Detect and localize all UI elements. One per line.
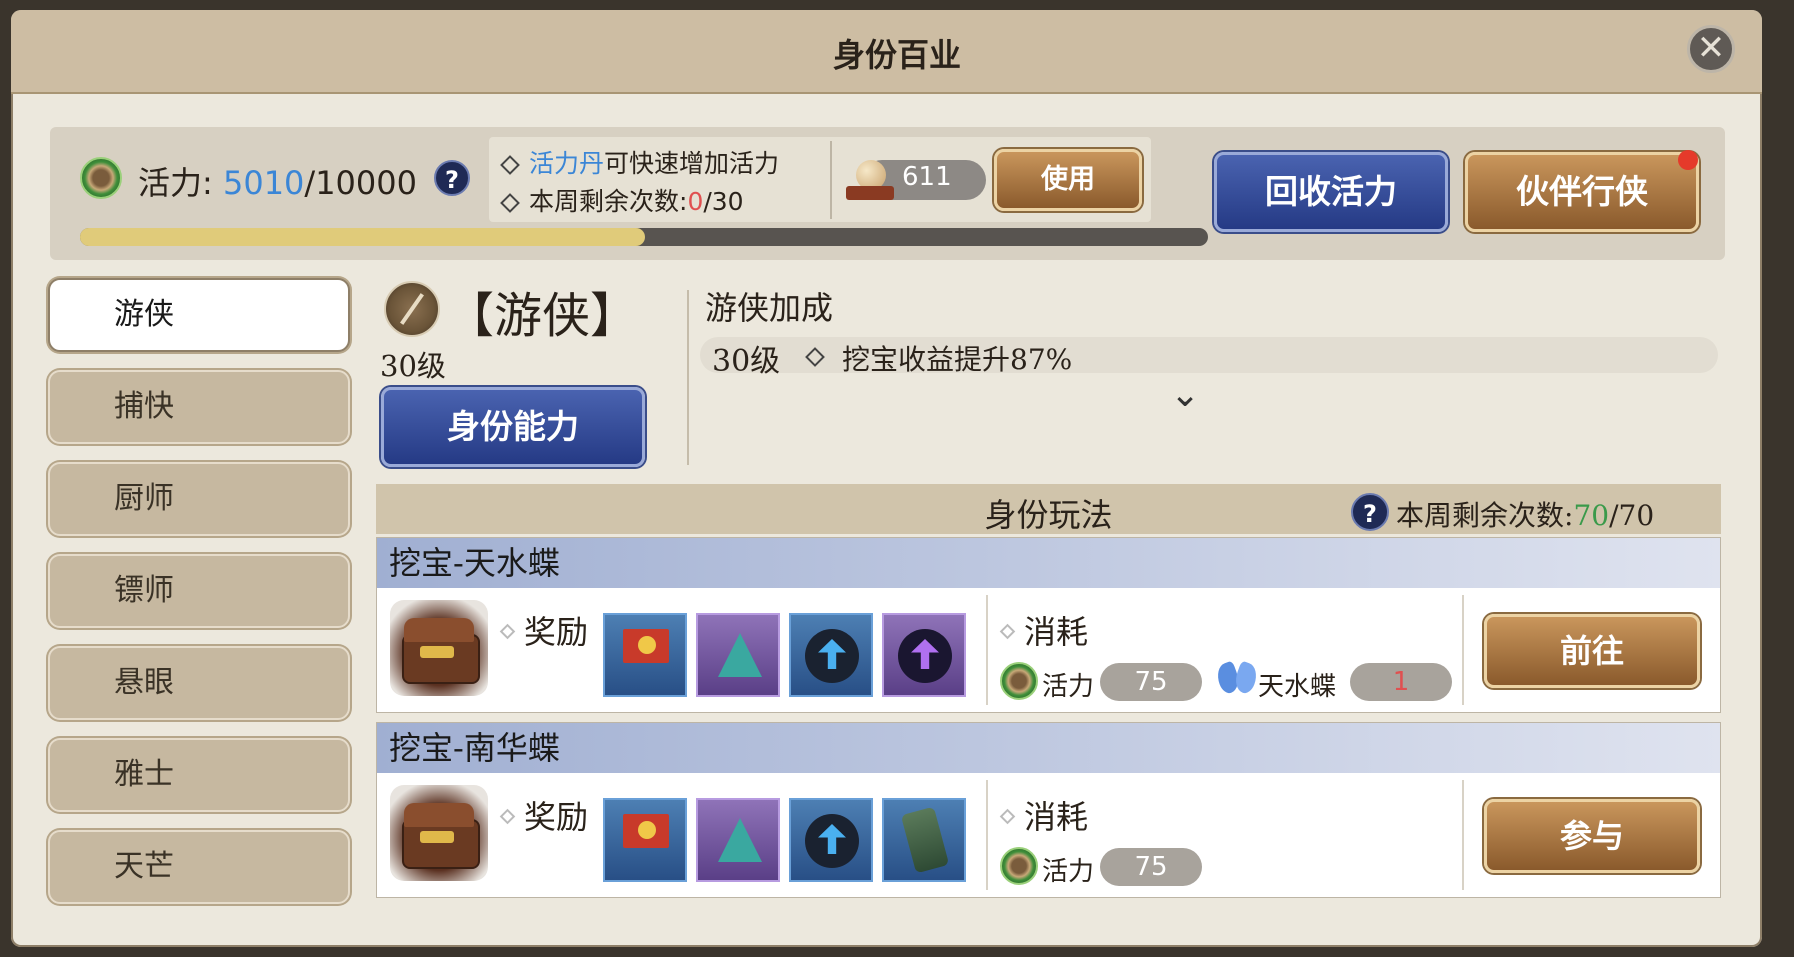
vitality-pill-item-icon[interactable]: [846, 156, 894, 204]
activity-2-cost-vitality: 75: [1100, 848, 1202, 886]
cost-bullet: [999, 621, 1025, 640]
vitality-weekly-label: 本周剩余次数:: [529, 187, 688, 216]
activity-2-cost-label: 消耗: [1024, 798, 1089, 836]
close-button[interactable]: ✕: [1687, 25, 1735, 73]
activity-1-cost-vitality: 75: [1100, 663, 1202, 701]
close-icon: ✕: [1696, 28, 1726, 68]
purple-pennant-icon[interactable]: [696, 798, 780, 882]
recycle-vitality-button[interactable]: 回收活力: [1214, 152, 1448, 232]
activity-2-divider-a: [986, 780, 988, 890]
activity-1-reward-label: 奖励: [524, 613, 589, 651]
activity-1-divider-a: [986, 595, 988, 705]
vitality-current: 5010: [222, 164, 305, 202]
ranger-emblem-icon: [384, 281, 440, 337]
vitality-label: 活力:: [138, 164, 213, 202]
vitality-tip-line: 活力丹可快速增加活力: [500, 144, 780, 180]
sidebar-item-ranger[interactable]: 游侠: [48, 278, 350, 352]
blue-boost-stone-icon[interactable]: [789, 798, 873, 882]
vitality-progress-fill: [80, 228, 646, 246]
cost-bullet: [999, 806, 1025, 825]
diamond-bullet-icon: [500, 155, 520, 175]
identity-ability-button[interactable]: 身份能力: [381, 387, 645, 467]
activity-2-join-button[interactable]: 参与: [1484, 799, 1700, 873]
treasure-chest-icon: [390, 785, 488, 881]
gameplay-weekly-remaining: 70: [1573, 499, 1610, 532]
vitality-readout: 活力: 5010/10000: [138, 158, 417, 204]
butterfly-icon: [1213, 659, 1261, 701]
activity-2-divider-b: [1462, 780, 1464, 890]
activity-2-title: 挖宝-南华蝶: [377, 723, 1720, 773]
activity-2-reward-label: 奖励: [524, 798, 589, 836]
diamond-bullet-icon: [499, 623, 516, 640]
vitality-weekly-line: 本周剩余次数:0/30: [500, 182, 744, 218]
gameplay-weekly-total: /70: [1609, 499, 1655, 532]
jade-token-icon[interactable]: [882, 798, 966, 882]
reward-bullet: [499, 806, 525, 825]
partner-ranger-button[interactable]: 伙伴行侠: [1465, 152, 1699, 232]
vitality-icon: [1000, 847, 1038, 885]
sidebar-item-tianmang[interactable]: 天芒: [48, 830, 350, 904]
vitality-max: /10000: [304, 164, 417, 202]
activity-1-go-button[interactable]: 前往: [1484, 614, 1700, 688]
gameplay-weekly: 本周剩余次数:70/70: [1396, 494, 1654, 534]
activity-1-cost-label: 消耗: [1024, 613, 1089, 651]
use-button[interactable]: 使用: [994, 149, 1142, 211]
identity-name: 【游侠】: [446, 288, 639, 344]
bonus-level: 30级: [712, 344, 781, 379]
vitality-weekly-used: 0: [687, 187, 704, 216]
pill-count: 611: [902, 162, 952, 192]
gameplay-help-button[interactable]: ?: [1351, 493, 1389, 531]
activity-1-cost-item-label: 天水蝶: [1258, 672, 1337, 702]
red-banner-icon[interactable]: [603, 613, 687, 697]
blue-boost-stone-icon[interactable]: [789, 613, 873, 697]
gameplay-weekly-label: 本周剩余次数:: [1396, 499, 1574, 532]
diamond-bullet-icon: [805, 346, 825, 367]
info-divider: [830, 141, 832, 219]
sidebar-item-chef[interactable]: 厨师: [48, 462, 350, 536]
sidebar-item-scholar[interactable]: 雅士: [48, 738, 350, 812]
identity-divider: [687, 290, 689, 465]
diamond-bullet-icon: [999, 623, 1016, 640]
vitality-pill-link[interactable]: 活力丹: [529, 149, 604, 178]
reward-bullet: [499, 621, 525, 640]
activity-1-cost-vitality-label: 活力: [1042, 672, 1095, 702]
vitality-weekly-total: /30: [703, 187, 744, 216]
diamond-bullet-icon: [999, 808, 1016, 825]
sidebar-item-xuanyan[interactable]: 悬眼: [48, 646, 350, 720]
identity-level: 30级: [380, 349, 446, 383]
activity-1-title: 挖宝-天水蝶: [377, 538, 1720, 588]
purple-boost-stone-icon[interactable]: [882, 613, 966, 697]
treasure-chest-icon: [390, 600, 488, 696]
vitality-tip-text: 可快速增加活力: [604, 149, 780, 178]
sidebar-item-escort[interactable]: 镖师: [48, 554, 350, 628]
vitality-help-button[interactable]: ?: [434, 160, 470, 196]
expand-chevron-icon[interactable]: ⌄: [1170, 374, 1200, 415]
diamond-bullet-icon: [499, 808, 516, 825]
activity-1-cost-item-amount: 1: [1350, 663, 1452, 701]
vitality-icon: [80, 157, 122, 199]
bonus-title: 游侠加成: [705, 289, 834, 327]
vitality-icon: [1000, 662, 1038, 700]
bonus-line: [805, 346, 834, 367]
activity-1-divider-b: [1462, 595, 1464, 705]
red-banner-icon[interactable]: [603, 798, 687, 882]
sidebar-item-constable[interactable]: 捕快: [48, 370, 350, 444]
diamond-bullet-icon: [500, 193, 520, 213]
notification-dot: [1678, 150, 1698, 170]
bonus-text: 挖宝收益提升87%: [842, 343, 1073, 376]
purple-pennant-icon[interactable]: [696, 613, 780, 697]
window-title: 身份百业: [832, 36, 961, 74]
activity-2-cost-vitality-label: 活力: [1042, 857, 1095, 887]
